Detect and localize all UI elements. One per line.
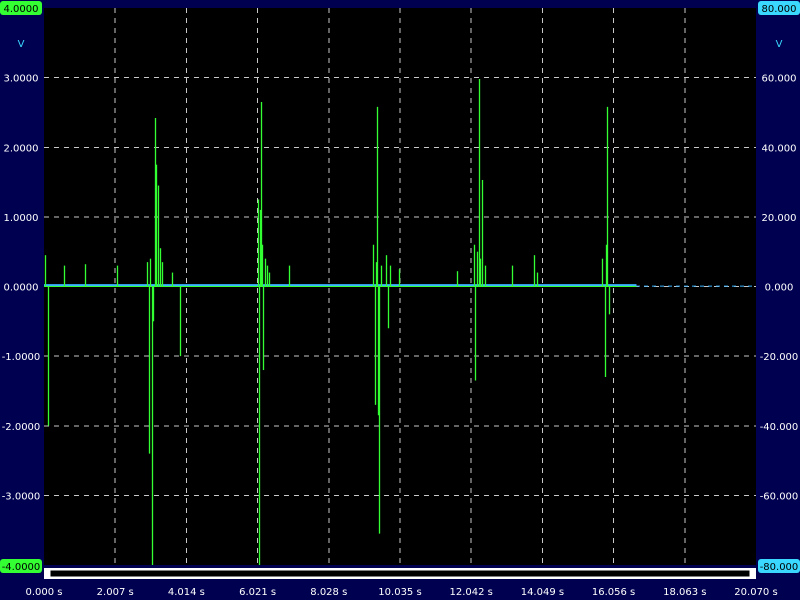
left-axis: 4.0000 V 3.0000 2.0000 1.0000 0.0000 -1.0000… — [0, 1, 42, 573]
right-bottom-badge: -80.000 — [758, 559, 800, 573]
scrollbar-right-handle[interactable] — [751, 568, 756, 579]
right-tick-label: 20.000 — [762, 213, 797, 224]
right-unit-label: V — [776, 39, 783, 50]
x-tick-label: 8.028 s — [310, 587, 347, 598]
x-tick-label: 4.014 s — [168, 587, 205, 598]
right-tick-label: -60.000 — [760, 491, 799, 502]
right-bottom-label: -80.000 — [760, 562, 799, 573]
left-top-badge: 4.0000 — [0, 1, 42, 15]
x-tick-label: 14.049 s — [521, 587, 564, 598]
x-tick-label: 16.056 s — [592, 587, 635, 598]
right-tick-label: 60.000 — [762, 74, 797, 85]
right-axis: 80.000 V 60.000 40.000 20.000 0.000 -20.000 -… — [758, 1, 800, 573]
scrollbar-left-handle[interactable] — [44, 568, 49, 579]
x-tick-label: 6.021 s — [239, 587, 276, 598]
left-tick-label: -3.0000 — [2, 491, 41, 502]
right-tick-label: 0.000 — [765, 283, 794, 294]
right-top-badge: 80.000 — [758, 1, 800, 15]
oscilloscope-view: 4.0000 V 3.0000 2.0000 1.0000 0.0000 -1.0000… — [0, 1, 800, 598]
left-tick-label: 1.0000 — [4, 213, 39, 224]
scrollbar-track[interactable] — [49, 569, 751, 578]
x-axis: 0.000 s 2.007 s 4.014 s 6.021 s 8.028 s 10.03… — [25, 587, 777, 598]
x-tick-label: 2.007 s — [97, 587, 134, 598]
right-tick-label: -40.000 — [760, 422, 799, 433]
right-tick-label: -20.000 — [760, 352, 799, 363]
right-top-label: 80.000 — [762, 4, 797, 15]
right-tick-label: 40.000 — [762, 143, 797, 154]
left-tick-label: 0.0000 — [4, 283, 39, 294]
x-tick-label: 0.000 s — [25, 587, 62, 598]
x-tick-label: 12.042 s — [450, 587, 493, 598]
left-top-label: 4.0000 — [4, 4, 39, 15]
left-tick-label: -1.0000 — [2, 352, 41, 363]
left-tick-label: 2.0000 — [4, 143, 39, 154]
left-bottom-label: -4.0000 — [2, 562, 41, 573]
x-tick-label: 20.070 s — [734, 587, 777, 598]
left-bottom-badge: -4.0000 — [0, 559, 42, 573]
left-tick-label: -2.0000 — [2, 422, 41, 433]
x-tick-label: 10.035 s — [378, 587, 421, 598]
timeline-scrollbar[interactable] — [44, 568, 756, 579]
left-tick-label: 3.0000 — [4, 74, 39, 85]
left-unit-label: V — [18, 39, 25, 50]
x-tick-label: 18.063 s — [663, 587, 706, 598]
